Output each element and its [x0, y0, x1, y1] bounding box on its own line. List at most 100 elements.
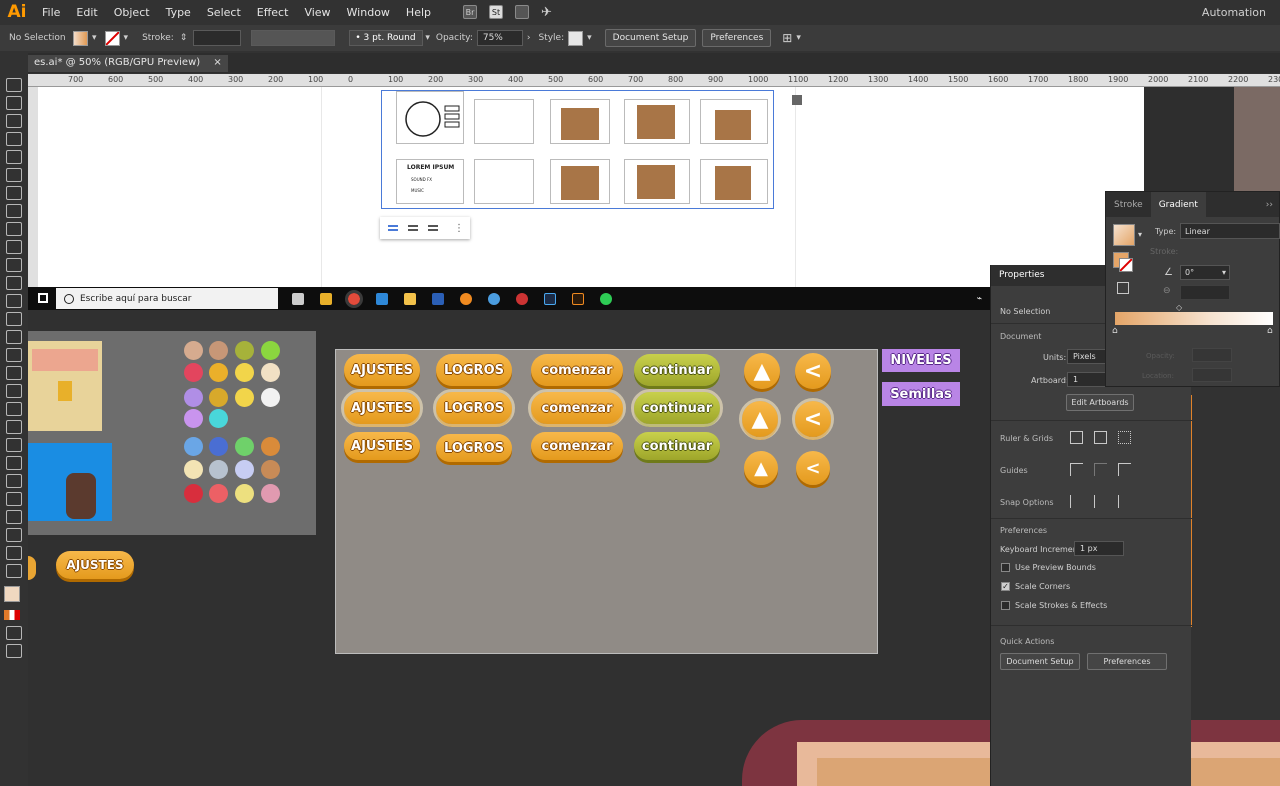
- arrange-documents-icon[interactable]: [515, 5, 529, 19]
- graphic-style-swatch[interactable]: [568, 30, 584, 46]
- align-left-icon[interactable]: [388, 225, 398, 231]
- illustrator-icon[interactable]: [572, 292, 584, 305]
- show-guides-icon[interactable]: [1070, 463, 1083, 476]
- back-arrow-button-pressed[interactable]: <: [796, 451, 830, 485]
- word-icon[interactable]: [432, 292, 444, 305]
- continuar-button[interactable]: continuar: [634, 354, 720, 386]
- color-swatch[interactable]: [209, 409, 228, 428]
- blender-icon[interactable]: [460, 292, 472, 305]
- stroke-weight-stepper[interactable]: ⇕: [180, 33, 188, 43]
- whatsapp-icon[interactable]: [600, 292, 612, 305]
- opacity-field[interactable]: 75%: [476, 30, 523, 46]
- chevron-down-icon[interactable]: ▾: [92, 33, 97, 43]
- align-right-icon[interactable]: [428, 225, 438, 231]
- network-icon[interactable]: ⌁: [977, 294, 982, 304]
- gradient-stop-left[interactable]: ⌂: [1112, 326, 1118, 336]
- preferences-button[interactable]: Preferences: [1087, 653, 1167, 670]
- aspect-ratio-field[interactable]: [1180, 285, 1230, 300]
- eraser-tool-icon[interactable]: [6, 276, 22, 290]
- color-swatch[interactable]: [209, 484, 228, 503]
- magic-wand-tool-icon[interactable]: [6, 114, 22, 128]
- gradient-slider[interactable]: [1115, 312, 1273, 325]
- gradient-preview[interactable]: [1113, 224, 1135, 246]
- keyboard-increment-field[interactable]: 1 px: [1074, 541, 1124, 556]
- pen-tool-icon[interactable]: [6, 150, 22, 164]
- mesh-tool-icon[interactable]: [6, 402, 22, 416]
- up-arrow-button-hover[interactable]: ▲: [739, 398, 781, 440]
- logros-button[interactable]: LOGROS: [436, 354, 512, 386]
- back-arrow-button-hover[interactable]: <: [792, 398, 834, 440]
- color-swatch[interactable]: [261, 460, 280, 479]
- menu-edit[interactable]: Edit: [68, 6, 105, 19]
- mail-icon[interactable]: [376, 292, 388, 305]
- ajustes-button-pressed[interactable]: AJUSTES: [344, 432, 420, 460]
- perspective-grid-tool-icon[interactable]: [6, 384, 22, 398]
- artboard-tool-icon[interactable]: [6, 510, 22, 524]
- use-preview-bounds-checkbox[interactable]: Use Preview Bounds: [1001, 563, 1096, 572]
- shape-builder-tool-icon[interactable]: [6, 366, 22, 380]
- chevron-down-icon[interactable]: ▾: [587, 33, 592, 43]
- color-swatch[interactable]: [184, 460, 203, 479]
- color-swatch[interactable]: [235, 341, 254, 360]
- rulers-icon[interactable]: [1070, 431, 1083, 444]
- gradient-type-dropdown[interactable]: Linear: [1180, 223, 1280, 239]
- type-tool-icon[interactable]: [6, 186, 22, 200]
- opacity-field[interactable]: [1192, 348, 1232, 362]
- color-swatch[interactable]: [261, 388, 280, 407]
- stroke-tab[interactable]: Stroke: [1106, 200, 1151, 210]
- contextual-task-bar[interactable]: ⋮: [380, 217, 470, 239]
- lock-guides-icon[interactable]: [1094, 463, 1107, 476]
- photoshop-icon[interactable]: [544, 292, 556, 305]
- color-swatch[interactable]: [209, 341, 228, 360]
- artboard-canvas[interactable]: LOREM IPSUM SOUND FX MUSIC ⋮: [38, 87, 1144, 287]
- color-swatch[interactable]: [184, 341, 203, 360]
- align-center-icon[interactable]: [408, 225, 418, 231]
- taskbar-search-box[interactable]: Escribe aquí para buscar: [56, 288, 278, 309]
- color-swatch[interactable]: [209, 388, 228, 407]
- color-swatch[interactable]: [235, 388, 254, 407]
- store-icon[interactable]: [320, 292, 332, 305]
- reverse-gradient-icon[interactable]: [1117, 282, 1129, 294]
- symbol-sprayer-tool-icon[interactable]: [6, 474, 22, 488]
- more-options-icon[interactable]: ⋮: [454, 223, 464, 234]
- snap-to-point-icon[interactable]: [1070, 495, 1083, 508]
- gradient-stop-right[interactable]: ⌂: [1267, 326, 1273, 336]
- file-explorer-icon[interactable]: [404, 292, 416, 305]
- back-arrow-button[interactable]: <: [795, 353, 831, 389]
- menu-window[interactable]: Window: [339, 6, 398, 19]
- gradient-tab[interactable]: Gradient: [1150, 192, 1206, 217]
- line-tool-icon[interactable]: [6, 204, 22, 218]
- menu-select[interactable]: Select: [199, 6, 249, 19]
- chevron-right-icon[interactable]: ›: [527, 33, 531, 43]
- gradient-tool-icon[interactable]: [6, 420, 22, 434]
- document-setup-button[interactable]: Document Setup: [604, 29, 697, 47]
- horizontal-ruler[interactable]: 700 600 500 400 300 200 100 0 100 200 300 400 500 600…: [28, 74, 1280, 87]
- menu-help[interactable]: Help: [398, 6, 439, 19]
- snap-to-pixel-icon[interactable]: [1094, 495, 1107, 508]
- smart-guides-icon[interactable]: [1118, 463, 1131, 476]
- color-swatch[interactable]: [184, 409, 203, 428]
- zoom-tool-icon[interactable]: [6, 564, 22, 578]
- comenzar-button[interactable]: comenzar: [531, 354, 623, 386]
- artboard-dropdown[interactable]: 1: [1067, 372, 1107, 387]
- bridge-button[interactable]: Br: [463, 5, 477, 19]
- menu-type[interactable]: Type: [158, 6, 199, 19]
- color-swatch[interactable]: [209, 460, 228, 479]
- windows-start-icon[interactable]: [38, 293, 48, 303]
- snap-to-grid-icon[interactable]: [1118, 495, 1131, 508]
- color-swatch[interactable]: [261, 341, 280, 360]
- transparency-grid-icon[interactable]: [1118, 431, 1131, 444]
- free-transform-tool-icon[interactable]: [6, 348, 22, 362]
- chevron-down-icon[interactable]: ▾: [425, 33, 430, 43]
- gpu-performance-icon[interactable]: ✈: [541, 5, 552, 20]
- hand-tool-icon[interactable]: [6, 546, 22, 560]
- chrome-icon[interactable]: [345, 289, 363, 308]
- niveles-button[interactable]: NIVELES: [882, 349, 960, 372]
- stroke-swatch[interactable]: [104, 30, 120, 46]
- preferences-button[interactable]: Preferences: [702, 29, 772, 47]
- continuar-button-pressed[interactable]: continuar: [634, 432, 720, 460]
- color-swatch[interactable]: [261, 484, 280, 503]
- variable-width-profile[interactable]: [251, 30, 336, 46]
- color-swatch[interactable]: [209, 437, 228, 456]
- color-swatch[interactable]: [209, 363, 228, 382]
